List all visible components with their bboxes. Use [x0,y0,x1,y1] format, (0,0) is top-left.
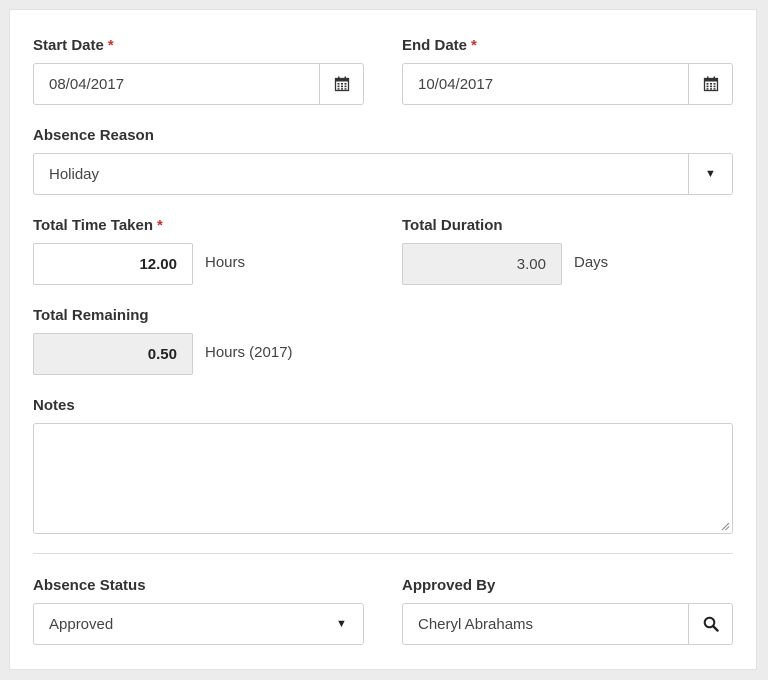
absence-reason-label: Absence Reason [33,127,154,144]
absence-reason-dropdown-button[interactable]: ▼ [688,154,732,194]
end-date-calendar-button[interactable] [688,64,732,104]
total-duration-value: 3.00 [402,243,562,285]
approved-by-field[interactable]: Cheryl Abrahams [402,603,733,645]
resize-handle-icon[interactable] [721,522,730,531]
caret-down-icon: ▼ [336,618,347,630]
start-date-field[interactable]: 08/04/2017 [33,63,364,105]
required-marker: * [107,37,114,54]
total-time-taken-unit: Hours [205,254,246,271]
total-duration-unit: Days [574,254,609,271]
calendar-icon [703,76,718,92]
approved-by-search-button[interactable] [688,604,732,644]
approved-by-value: Cheryl Abrahams [418,615,534,633]
search-icon [703,616,719,632]
calendar-icon [334,76,349,92]
total-time-taken-label: Total Time Taken * [33,217,163,234]
notes-label: Notes [33,397,75,414]
total-duration-label: Total Duration [402,217,503,234]
required-marker: * [157,217,163,234]
section-divider [33,553,733,554]
absence-status-select[interactable]: Approved ▼ [33,603,364,645]
total-remaining-value: 0.50 [33,333,193,375]
end-date-label: End Date * [402,37,477,54]
start-date-value: 08/04/2017 [49,75,125,93]
total-remaining-unit: Hours (2017) [205,344,293,361]
absence-status-dropdown-button[interactable]: ▼ [320,604,363,644]
absence-reason-select[interactable]: Holiday ▼ [33,153,733,195]
caret-down-icon: ▼ [705,168,716,180]
start-date-calendar-button[interactable] [319,64,363,104]
start-date-label: Start Date * [33,37,114,54]
notes-textarea[interactable] [33,423,733,534]
approved-by-label: Approved By [402,577,496,594]
absence-reason-value: Holiday [49,165,100,183]
required-marker: * [471,37,477,54]
absence-status-label: Absence Status [33,577,146,594]
end-date-field[interactable]: 10/04/2017 [402,63,733,105]
absence-status-value: Approved [49,615,114,633]
total-remaining-label: Total Remaining [33,307,149,324]
end-date-value: 10/04/2017 [418,75,494,93]
total-time-taken-input[interactable]: 12.00 [33,243,193,285]
